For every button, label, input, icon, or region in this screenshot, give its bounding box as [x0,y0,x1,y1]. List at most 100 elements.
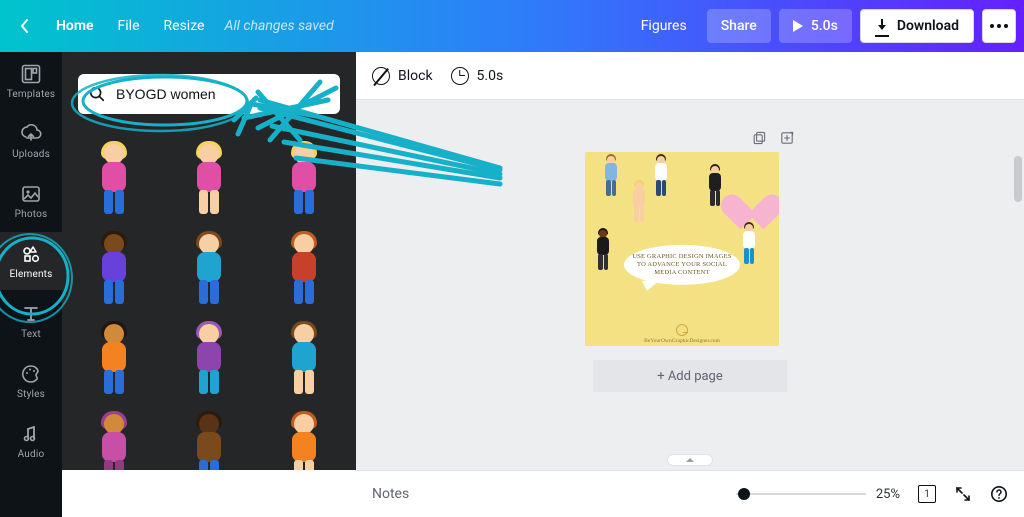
element-thumb[interactable] [262,400,346,470]
brand-url: BeYourOwnGraphicDesigner.com [644,338,720,344]
zoom-controls: 25% [736,484,900,504]
canvas-column: Use graphic design images to advance you… [585,130,795,392]
canvas-toolbar: Block 5.0s [356,52,1024,100]
rail-audio[interactable]: Audio [0,412,62,470]
side-rail: Templates Uploads Photos Elements Text S… [0,52,62,517]
elements-icon [20,243,42,265]
topbar: Home File Resize All changes saved Figur… [0,0,1024,52]
help-button[interactable] [990,485,1008,503]
page-number: 1 [924,489,930,500]
resize-label: Resize [164,18,205,34]
save-status: All changes saved [224,18,333,34]
rail-templates-label: Templates [7,89,56,100]
brand-logo-icon [676,324,688,336]
photos-icon [20,183,42,205]
download-icon [875,19,889,33]
styles-icon [20,363,42,385]
timeline-toggle[interactable] [667,454,713,466]
rail-text-label: Text [21,329,41,340]
rail-elements[interactable]: Elements [0,232,62,290]
element-thumb[interactable] [262,310,346,394]
back-button[interactable] [8,10,42,42]
chevron-left-icon [20,19,30,33]
add-page-label: + Add page [657,369,723,384]
canvas-character [597,156,625,200]
search-input[interactable] [78,74,340,114]
canvas-character [589,230,617,274]
rail-photos[interactable]: Photos [0,172,62,230]
download-button[interactable]: Download [860,9,974,43]
home-button[interactable]: Home [44,10,106,42]
speech-bubble: Use graphic design images to advance you… [624,244,740,284]
templates-icon [20,63,42,85]
preview-duration-label: 5.0s [811,18,838,34]
brand-area: BeYourOwnGraphicDesigner.com [585,322,779,346]
element-thumb[interactable] [72,220,156,304]
canvas-viewport[interactable]: Use graphic design images to advance you… [356,100,1024,470]
element-thumb[interactable] [167,130,251,214]
status-bar: Notes 25% 1 [356,470,1024,517]
add-page-button[interactable]: + Add page [593,360,787,392]
share-label: Share [721,18,757,34]
fullscreen-icon [954,485,972,503]
notes-label: Notes [372,486,409,502]
elements-grid [70,130,348,470]
rail-styles[interactable]: Styles [0,352,62,410]
rail-elements-label: Elements [9,269,52,280]
canvas-character [625,182,653,226]
page-duration-button[interactable]: 5.0s [451,67,504,85]
search-wrap [78,74,340,114]
notes-button[interactable]: Notes [372,486,736,502]
resize-menu[interactable]: Resize [152,10,217,42]
block-icon [372,67,390,85]
design-page[interactable]: Use graphic design images to advance you… [585,152,779,346]
download-label: Download [897,18,959,34]
text-icon [20,303,42,325]
add-page-icon[interactable] [779,130,795,146]
search-icon [88,85,106,103]
element-thumb[interactable] [167,220,251,304]
fullscreen-button[interactable] [954,485,972,503]
zoom-value: 25% [876,487,900,502]
uploads-icon [20,123,42,145]
duplicate-page-icon[interactable] [751,130,767,146]
rail-photos-label: Photos [15,209,48,220]
rail-uploads[interactable]: Uploads [0,112,62,170]
block-toggle[interactable]: Block [372,67,433,85]
more-button[interactable] [982,9,1016,43]
preview-button[interactable]: 5.0s [779,9,852,43]
rail-uploads-label: Uploads [12,149,50,160]
file-menu[interactable]: File [106,10,152,42]
vertical-scrollbar[interactable] [1014,156,1022,462]
figures-label: Figures [641,18,687,34]
workarea: Block 5.0s Use graphic design images to … [356,52,1024,470]
canvas-character [701,166,729,210]
heart-graphic [731,180,773,222]
play-icon [793,20,803,32]
clock-icon [451,67,469,85]
rail-templates[interactable]: Templates [0,52,62,110]
element-thumb[interactable] [72,400,156,470]
element-thumb[interactable] [262,130,346,214]
element-thumb[interactable] [262,220,346,304]
help-icon [990,485,1008,503]
element-thumb[interactable] [167,400,251,470]
page-indicator[interactable]: 1 [918,485,936,503]
duration-label: 5.0s [477,68,504,84]
page-controls [585,130,795,146]
share-button[interactable]: Share [707,9,771,43]
element-thumb[interactable] [72,310,156,394]
rail-audio-label: Audio [18,449,45,460]
home-label: Home [56,18,94,34]
block-label: Block [398,68,433,84]
rail-text[interactable]: Text [0,292,62,350]
audio-icon [20,423,42,445]
file-label: File [118,18,140,34]
figures-button[interactable]: Figures [629,10,699,42]
elements-panel [62,52,356,470]
element-thumb[interactable] [72,130,156,214]
zoom-slider[interactable] [736,484,866,504]
element-thumb[interactable] [167,310,251,394]
rail-styles-label: Styles [17,389,45,400]
ellipsis-icon [990,24,994,28]
